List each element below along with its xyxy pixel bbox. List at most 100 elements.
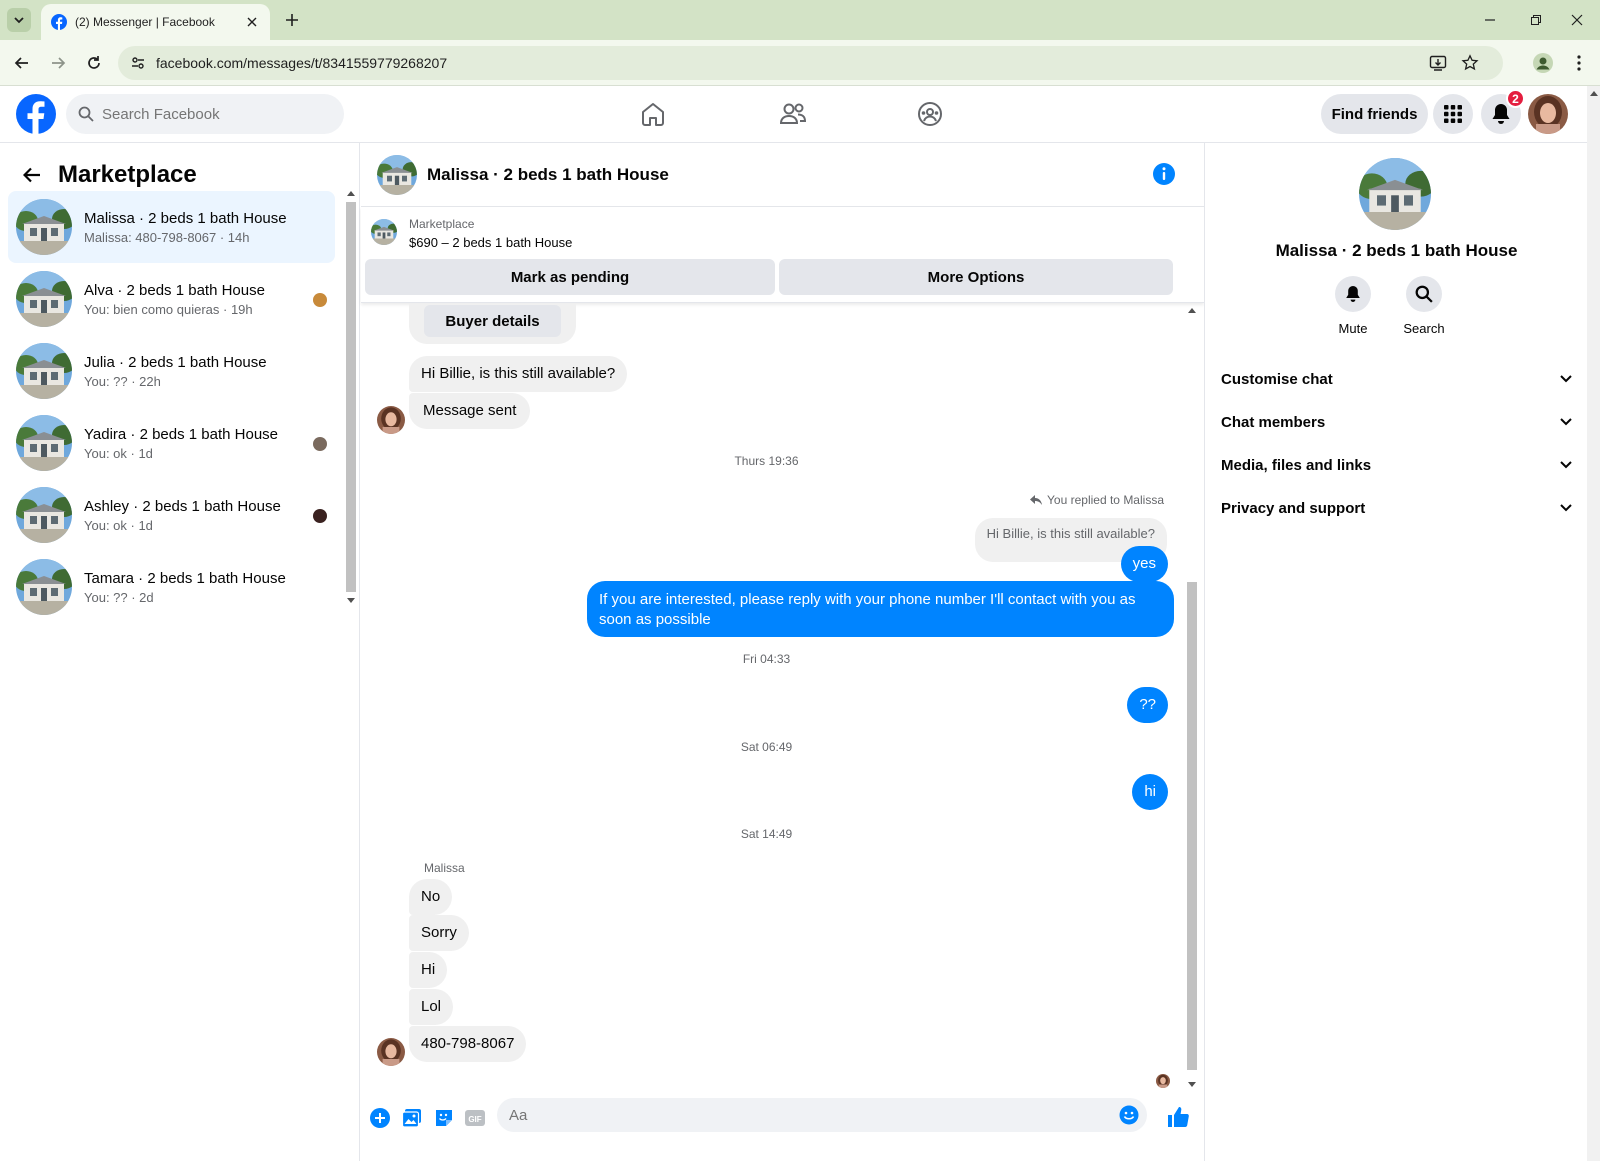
chat-title[interactable]: Malissa · 2 beds 1 bath House: [427, 165, 669, 185]
listing-thumbnail: [16, 199, 72, 255]
menu-button[interactable]: [1433, 94, 1473, 134]
conversation-name: Yadira · 2 beds 1 bath House: [84, 425, 279, 443]
customise-chat-row[interactable]: Customise chat: [1221, 359, 1572, 399]
conversation-preview: You: bien como quieras · 19h: [84, 301, 253, 317]
gif-icon[interactable]: GIF: [464, 1107, 486, 1129]
scrollbar-thumb[interactable]: [346, 202, 356, 592]
browser-tab-strip: (2) Messenger | Facebook: [0, 0, 1600, 40]
reply-label: You replied to Malissa: [1047, 493, 1164, 507]
page-scrollbar[interactable]: [1587, 86, 1600, 1161]
conversation-item[interactable]: Julia · 2 beds 1 bath House You: ?? · 22h: [8, 335, 335, 407]
forward-button[interactable]: [44, 49, 72, 77]
facebook-search-input[interactable]: [102, 105, 322, 123]
conversation-item[interactable]: Ashley · 2 beds 1 bath House You: ok · 1d: [8, 479, 335, 551]
tab-close-icon[interactable]: [244, 14, 260, 30]
reload-button[interactable]: [80, 49, 108, 77]
mark-as-pending-button[interactable]: Mark as pending: [365, 259, 775, 295]
media-files-links-row[interactable]: Media, files and links: [1221, 445, 1572, 485]
svg-text:GIF: GIF: [468, 1115, 481, 1124]
arrow-left-icon: [23, 167, 40, 183]
chat-members-row[interactable]: Chat members: [1221, 402, 1572, 442]
conversation-list-scrollbar[interactable]: [345, 188, 357, 766]
outgoing-message-line: soon as possible: [599, 611, 711, 628]
sender-avatar[interactable]: [377, 1038, 405, 1066]
conversation-preview: You: ok · 1d: [84, 517, 153, 533]
conversation-item[interactable]: Yadira · 2 beds 1 bath House You: ok · 1d: [8, 407, 335, 479]
info-icon[interactable]: [1152, 162, 1176, 186]
back-button[interactable]: [16, 159, 48, 191]
friends-nav-button[interactable]: [773, 96, 813, 132]
photo-icon[interactable]: [401, 1107, 423, 1129]
listing-price-title[interactable]: $690 – 2 beds 1 bath House: [409, 235, 572, 250]
conversation-item[interactable]: Alva · 2 beds 1 bath House You: bien como…: [8, 263, 335, 335]
chat-avatar[interactable]: [377, 155, 417, 195]
chevron-down-icon: [1560, 418, 1572, 426]
tab-title: (2) Messenger | Facebook: [75, 15, 215, 29]
message-thread: Buyer details Hi Billie, is this still a…: [361, 304, 1204, 1094]
back-button[interactable]: [8, 49, 36, 77]
thumbs-up-icon[interactable]: [1166, 1105, 1190, 1129]
message-input[interactable]: [509, 1106, 1089, 1124]
seen-avatar: [313, 293, 327, 307]
mute-action[interactable]: Mute: [1323, 276, 1383, 336]
plus-circle-icon[interactable]: [369, 1107, 391, 1129]
address-bar[interactable]: facebook.com/messages/t/8341559779268207: [118, 46, 1503, 80]
browser-menu-button[interactable]: [1565, 49, 1593, 77]
install-app-icon[interactable]: [1429, 54, 1447, 72]
buyer-details-button[interactable]: Buyer details: [424, 305, 561, 337]
conversation-name: Alva · 2 beds 1 bath House: [84, 281, 265, 299]
close-icon: [1571, 14, 1583, 26]
conversation-item[interactable]: Malissa · 2 beds 1 bath House Malissa: 48…: [8, 191, 335, 263]
new-tab-button[interactable]: [281, 9, 303, 31]
groups-icon: [918, 102, 942, 126]
seen-avatar: [313, 509, 327, 523]
facebook-logo-icon[interactable]: [16, 94, 56, 134]
chevron-down-icon: [1560, 504, 1572, 512]
search-icon: [1415, 285, 1433, 303]
read-receipt-avatar: [1156, 1074, 1170, 1088]
more-options-button[interactable]: More Options: [779, 259, 1173, 295]
restore-icon: [1531, 15, 1541, 25]
search-action[interactable]: Search: [1394, 276, 1454, 336]
listing-thumbnail[interactable]: [371, 219, 397, 245]
listing-thumbnail: [16, 487, 72, 543]
outgoing-message: hi: [1132, 774, 1168, 810]
bell-icon: [1492, 104, 1510, 124]
scroll-down-icon: [347, 598, 355, 603]
profile-button[interactable]: [1529, 49, 1557, 77]
privacy-support-row[interactable]: Privacy and support: [1221, 488, 1572, 528]
kebab-menu-icon: [1577, 55, 1581, 71]
conversation-item[interactable]: Tamara · 2 beds 1 bath House You: ?? · 2d: [8, 551, 335, 623]
timestamp: Fri 04:33: [742, 652, 791, 666]
find-friends-button[interactable]: Find friends: [1321, 94, 1428, 134]
sticker-icon[interactable]: [433, 1107, 455, 1129]
groups-nav-button[interactable]: [910, 96, 950, 132]
minimize-button[interactable]: [1467, 0, 1513, 40]
chat-info-avatar[interactable]: [1359, 158, 1431, 230]
facebook-search[interactable]: [66, 94, 344, 134]
seen-avatar: [313, 437, 327, 451]
section-label: Privacy and support: [1221, 499, 1366, 517]
listing-thumbnail: [16, 343, 72, 399]
section-label: Media, files and links: [1221, 456, 1372, 474]
panel-heading: Marketplace: [58, 161, 197, 188]
listing-thumbnail: [16, 559, 72, 615]
conversation-name: Julia · 2 beds 1 bath House: [84, 353, 267, 371]
tab-search-button[interactable]: [7, 8, 31, 32]
conversation-preview: Malissa: 480-798-8067 · 14h: [84, 229, 250, 245]
site-settings-icon[interactable]: [130, 55, 146, 71]
incoming-message: Lol: [409, 989, 454, 1025]
chat-scrollbar[interactable]: [1186, 304, 1198, 1094]
sender-avatar[interactable]: [377, 406, 405, 434]
account-avatar[interactable]: [1528, 94, 1568, 134]
close-window-button[interactable]: [1554, 0, 1600, 40]
timestamp: Sat 14:49: [740, 827, 793, 841]
mute-label: Mute: [1338, 321, 1368, 336]
restore-button[interactable]: [1513, 0, 1559, 40]
message-input-box[interactable]: [497, 1098, 1147, 1132]
scrollbar-thumb[interactable]: [1187, 582, 1197, 1070]
home-nav-button[interactable]: [633, 96, 673, 132]
browser-tab[interactable]: (2) Messenger | Facebook: [41, 4, 270, 40]
emoji-icon[interactable]: [1119, 1105, 1139, 1125]
bookmark-star-icon[interactable]: [1461, 54, 1479, 72]
